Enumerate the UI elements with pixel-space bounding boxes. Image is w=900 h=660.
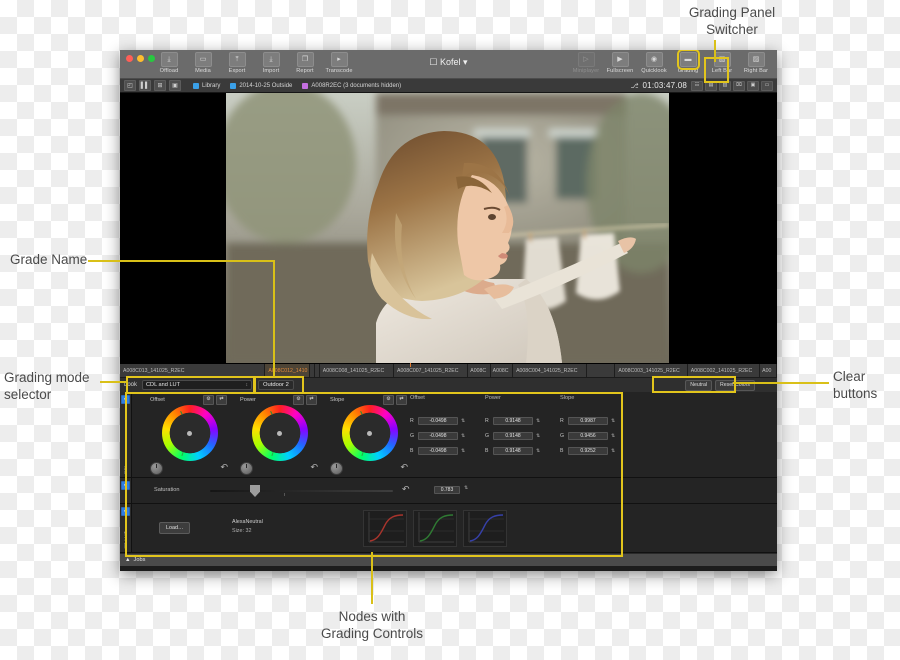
clip-label: A008C002_141025_R2EC	[690, 367, 753, 374]
highlight-grading-switcher	[704, 57, 729, 83]
viewer-option-icon-4[interactable]: ▣	[747, 80, 759, 91]
clip-label: A008C004_141025_R2EC	[516, 367, 578, 374]
toolbar-button-grading[interactable]: ▬ Grading	[671, 50, 705, 74]
clip-item[interactable]: A008C008_141025_R2EC	[319, 364, 395, 377]
jobs-label[interactable]: Jobs	[134, 557, 146, 563]
annotation-grade-name: Grade Name	[10, 252, 88, 267]
breadcrumb-label: 2014-10-25 Outside	[239, 82, 293, 89]
view-mode-icon-3[interactable]: ▣	[169, 80, 181, 91]
clip-label: A008C	[492, 367, 509, 374]
highlight-nodes	[125, 392, 623, 557]
annotation-nodes-grading-controls: Nodes with Grading Controls	[320, 609, 424, 641]
leader-grading-mode	[100, 381, 128, 383]
view-mode-icon-0[interactable]: ◰	[124, 80, 136, 91]
viewer-photo	[226, 93, 669, 363]
view-mode-icon-1[interactable]: ▌▌	[139, 80, 151, 91]
breadcrumb-item-2[interactable]: A008R2EC (3 documents hidden)	[302, 82, 402, 89]
breadcrumb-label: A008R2EC (3 documents hidden)	[311, 82, 402, 89]
toolbar-button-miniplayer[interactable]: ▷ Miniplayer	[569, 52, 603, 74]
clip-label: A008C	[470, 367, 487, 374]
toolbar-label-grading: Grading	[677, 68, 699, 74]
grading-icon: ▬	[676, 50, 700, 70]
document-title-icon: ☐	[429, 57, 438, 67]
toolbar-label-transcode: Transcode	[325, 68, 353, 74]
toolbar-label-quicklook: Quicklook	[641, 68, 667, 74]
photo-illustration	[226, 93, 669, 363]
breadcrumb-bar: ◰ ▌▌ ⊞ ▣ Library 2014-10-25 Outside A008R2EC …	[120, 79, 777, 93]
toolbar-label-report: Report	[296, 68, 314, 74]
clip-item[interactable]	[587, 364, 616, 377]
toolbar-label-export: Export	[228, 68, 246, 74]
highlight-clear-buttons	[652, 376, 736, 393]
timecode-group: ⎇ 01:03:47.08 ☷ ▤ ▥ ⌧ ▣ ▭	[630, 80, 773, 91]
leader-grade-name-v	[273, 260, 275, 377]
toolbar-label-media: Media	[195, 68, 211, 74]
viewer-option-icon-0[interactable]: ☷	[691, 80, 703, 91]
toolbar-label-right-bar: Right Bar	[743, 68, 769, 74]
leader-grading-panel-switcher	[714, 40, 716, 62]
folder-icon	[230, 82, 237, 89]
toolbar-label-fullscreen: Fullscreen	[606, 68, 634, 74]
toolbar-button-quicklook[interactable]: ◉ Quicklook	[637, 52, 671, 74]
fullscreen-icon: ▶	[611, 52, 629, 67]
folder-icon	[302, 82, 309, 89]
clip-label: A008C008_141025_R2EC	[322, 367, 385, 374]
breadcrumb-label: Library	[202, 82, 221, 89]
view-mode-icon-2[interactable]: ⊞	[154, 80, 166, 91]
miniplayer-icon: ▷	[577, 52, 595, 67]
clip-item[interactable]: A008C	[490, 364, 514, 377]
clip-item[interactable]: A008C	[468, 364, 491, 377]
viewer-option-icon-5[interactable]: ▭	[761, 80, 773, 91]
document-title-text: Kofel	[440, 57, 461, 67]
clip-label: A00	[762, 367, 772, 374]
leader-nodes-v	[371, 552, 373, 604]
leader-grade-name-h	[88, 260, 274, 262]
toolbar-button-right-bar[interactable]: ▨ Right Bar	[739, 52, 773, 74]
annotation-clear-buttons: Clear buttons	[833, 369, 878, 401]
annotation-grading-mode-selector: Grading mode selector	[4, 370, 90, 402]
toolbar-right-group: ▷ Miniplayer ▶ Fullscreen ◉ Quicklook ▬ Grading…	[569, 50, 773, 74]
clip-label: A008C013_141025_R2EC	[123, 367, 185, 374]
toolbar-label-miniplayer: Miniplayer	[572, 68, 600, 74]
leader-clear-buttons	[733, 382, 829, 384]
jobs-icon: ▲	[125, 557, 131, 563]
quicklook-icon: ◉	[645, 52, 663, 67]
title-bar: ⤓ Offload ▭ Media ⤒ Export ⤓ Import ❐ Report ▸ Tran…	[120, 50, 777, 79]
breadcrumb-item-0[interactable]: Library	[193, 82, 221, 89]
folder-icon	[193, 82, 199, 89]
toolbar-label-import: Import	[262, 68, 280, 74]
view-mode-icons: ◰ ▌▌ ⊞ ▣	[124, 80, 181, 91]
toolbar-label-offload: Offload	[159, 68, 179, 74]
toolbar-button-fullscreen[interactable]: ▶ Fullscreen	[603, 52, 637, 74]
annotation-grading-panel-switcher: Grading Panel Switcher	[688, 5, 776, 37]
clip-label: A008C007_141025_R2EC	[397, 367, 459, 374]
clip-label: A008C003_141025_R2EC	[618, 367, 680, 374]
clip-item[interactable]: A00	[760, 364, 777, 377]
timecode-icon: ⎇	[630, 82, 639, 90]
timecode-display: 01:03:47.08	[642, 81, 687, 90]
right-bar-icon: ▨	[747, 52, 765, 67]
image-viewer[interactable]	[120, 93, 777, 363]
breadcrumb-item-1[interactable]: 2014-10-25 Outside	[230, 82, 293, 89]
clip-item[interactable]: A008C007_141025_R2EC	[394, 364, 469, 377]
document-title-chevron-icon[interactable]: ▾	[463, 57, 468, 67]
breadcrumb: Library 2014-10-25 Outside A008R2EC (3 doc…	[193, 82, 402, 89]
viewer-option-icon-3[interactable]: ⌧	[733, 80, 745, 91]
clip-item[interactable]: A008C004_141025_R2EC	[513, 364, 588, 377]
clip-filmstrip[interactable]: A008C013_141025_R2EC A008C012_1410 A008C00…	[120, 363, 777, 377]
playhead-marker	[410, 363, 411, 367]
